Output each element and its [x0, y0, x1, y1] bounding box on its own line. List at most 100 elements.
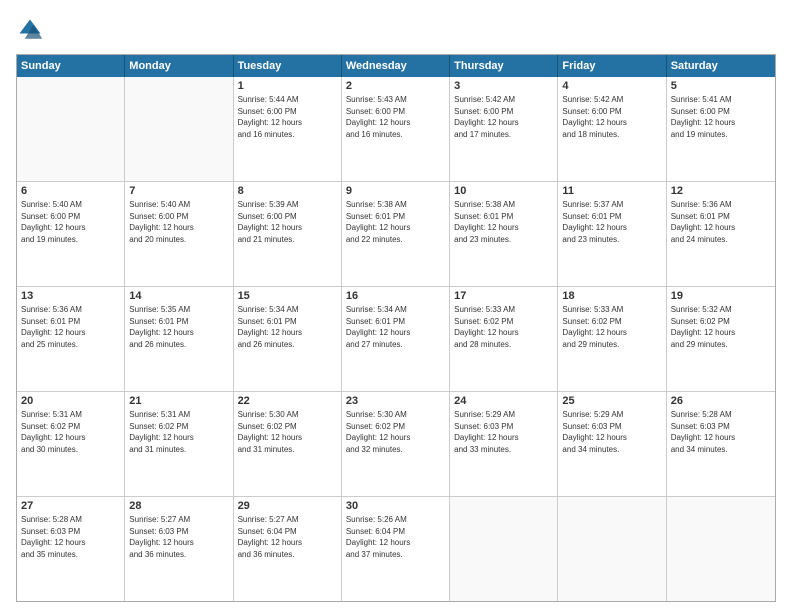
cell-daylight-info: Sunrise: 5:32 AM Sunset: 6:02 PM Dayligh… [671, 304, 771, 350]
cell-daylight-info: Sunrise: 5:31 AM Sunset: 6:02 PM Dayligh… [129, 409, 228, 455]
calendar-cell [667, 497, 775, 601]
cell-daylight-info: Sunrise: 5:29 AM Sunset: 6:03 PM Dayligh… [454, 409, 553, 455]
calendar-cell: 22 Sunrise: 5:30 AM Sunset: 6:02 PM Dayli… [234, 392, 342, 496]
cell-date-number: 30 [346, 500, 445, 512]
calendar-cell: 19 Sunrise: 5:32 AM Sunset: 6:02 PM Dayli… [667, 287, 775, 391]
cell-date-number: 15 [238, 290, 337, 302]
calendar-cell [450, 497, 558, 601]
cell-daylight-info: Sunrise: 5:34 AM Sunset: 6:01 PM Dayligh… [238, 304, 337, 350]
calendar-cell: 23 Sunrise: 5:30 AM Sunset: 6:02 PM Dayli… [342, 392, 450, 496]
calendar-cell: 15 Sunrise: 5:34 AM Sunset: 6:01 PM Dayli… [234, 287, 342, 391]
cell-date-number: 4 [562, 80, 661, 92]
calendar-cell: 27 Sunrise: 5:28 AM Sunset: 6:03 PM Dayli… [17, 497, 125, 601]
calendar-cell: 2Sunrise: 5:43 AM Sunset: 6:00 PM Daylig… [342, 77, 450, 181]
cell-date-number: 3 [454, 80, 553, 92]
calendar-row: 1 Sunrise: 5:44 AM Sunset: 6:00 PM Daylig… [17, 77, 775, 182]
calendar-cell: 1 Sunrise: 5:44 AM Sunset: 6:00 PM Daylig… [234, 77, 342, 181]
cell-date-number: 27 [21, 500, 120, 512]
calendar-cell: 21 Sunrise: 5:31 AM Sunset: 6:02 PM Dayli… [125, 392, 233, 496]
cell-daylight-info: Sunrise: 5:34 AM Sunset: 6:01 PM Dayligh… [346, 304, 445, 350]
calendar-cell: 11 Sunrise: 5:37 AM Sunset: 6:01 PM Dayli… [558, 182, 666, 286]
weekday-header: Monday [125, 55, 233, 77]
calendar-row: 27 Sunrise: 5:28 AM Sunset: 6:03 PM Dayli… [17, 497, 775, 601]
cell-daylight-info: Sunrise: 5:27 AM Sunset: 6:04 PM Dayligh… [238, 514, 337, 560]
calendar-cell: 20 Sunrise: 5:31 AM Sunset: 6:02 PM Dayli… [17, 392, 125, 496]
cell-daylight-info: Sunrise: 5:39 AM Sunset: 6:00 PM Dayligh… [238, 199, 337, 245]
calendar-cell: 13Sunrise: 5:36 AM Sunset: 6:01 PM Dayli… [17, 287, 125, 391]
cell-date-number: 8 [238, 185, 337, 197]
weekday-header: Friday [558, 55, 666, 77]
logo-icon [16, 16, 44, 44]
cell-date-number: 14 [129, 290, 228, 302]
cell-date-number: 12 [671, 185, 771, 197]
cell-date-number: 19 [671, 290, 771, 302]
cell-date-number: 7 [129, 185, 228, 197]
calendar-cell: 10 Sunrise: 5:38 AM Sunset: 6:01 PM Dayli… [450, 182, 558, 286]
cell-daylight-info: Sunrise: 5:28 AM Sunset: 6:03 PM Dayligh… [21, 514, 120, 560]
cell-daylight-info: Sunrise: 5:31 AM Sunset: 6:02 PM Dayligh… [21, 409, 120, 455]
weekday-header: Tuesday [234, 55, 342, 77]
cell-date-number: 10 [454, 185, 553, 197]
calendar-cell: 8 Sunrise: 5:39 AM Sunset: 6:00 PM Daylig… [234, 182, 342, 286]
calendar-cell [558, 497, 666, 601]
calendar-cell: 28Sunrise: 5:27 AM Sunset: 6:03 PM Dayli… [125, 497, 233, 601]
cell-daylight-info: Sunrise: 5:44 AM Sunset: 6:00 PM Dayligh… [238, 94, 337, 140]
calendar-cell [125, 77, 233, 181]
cell-daylight-info: Sunrise: 5:36 AM Sunset: 6:01 PM Dayligh… [671, 199, 771, 245]
cell-date-number: 21 [129, 395, 228, 407]
calendar-cell: 17Sunrise: 5:33 AM Sunset: 6:02 PM Dayli… [450, 287, 558, 391]
cell-date-number: 2 [346, 80, 445, 92]
cell-date-number: 5 [671, 80, 771, 92]
cell-daylight-info: Sunrise: 5:38 AM Sunset: 6:01 PM Dayligh… [454, 199, 553, 245]
cell-date-number: 6 [21, 185, 120, 197]
calendar-cell: 6 Sunrise: 5:40 AM Sunset: 6:00 PM Daylig… [17, 182, 125, 286]
cell-daylight-info: Sunrise: 5:33 AM Sunset: 6:02 PM Dayligh… [562, 304, 661, 350]
calendar-cell: 12 Sunrise: 5:36 AM Sunset: 6:01 PM Dayli… [667, 182, 775, 286]
cell-date-number: 20 [21, 395, 120, 407]
cell-date-number: 25 [562, 395, 661, 407]
cell-date-number: 16 [346, 290, 445, 302]
calendar-cell: 5Sunrise: 5:41 AM Sunset: 6:00 PM Daylig… [667, 77, 775, 181]
cell-daylight-info: Sunrise: 5:37 AM Sunset: 6:01 PM Dayligh… [562, 199, 661, 245]
weekday-header: Saturday [667, 55, 775, 77]
calendar-cell: 25Sunrise: 5:29 AM Sunset: 6:03 PM Dayli… [558, 392, 666, 496]
calendar-header: SundayMondayTuesdayWednesdayThursdayFrid… [17, 55, 775, 77]
cell-daylight-info: Sunrise: 5:30 AM Sunset: 6:02 PM Dayligh… [346, 409, 445, 455]
calendar-body: 1 Sunrise: 5:44 AM Sunset: 6:00 PM Daylig… [17, 77, 775, 601]
cell-daylight-info: Sunrise: 5:30 AM Sunset: 6:02 PM Dayligh… [238, 409, 337, 455]
calendar-cell: 29 Sunrise: 5:27 AM Sunset: 6:04 PM Dayli… [234, 497, 342, 601]
weekday-header: Sunday [17, 55, 125, 77]
cell-daylight-info: Sunrise: 5:28 AM Sunset: 6:03 PM Dayligh… [671, 409, 771, 455]
calendar-cell [17, 77, 125, 181]
cell-daylight-info: Sunrise: 5:40 AM Sunset: 6:00 PM Dayligh… [21, 199, 120, 245]
cell-date-number: 29 [238, 500, 337, 512]
calendar-cell: 18 Sunrise: 5:33 AM Sunset: 6:02 PM Dayli… [558, 287, 666, 391]
cell-date-number: 9 [346, 185, 445, 197]
cell-daylight-info: Sunrise: 5:42 AM Sunset: 6:00 PM Dayligh… [454, 94, 553, 140]
calendar-cell: 30 Sunrise: 5:26 AM Sunset: 6:04 PM Dayli… [342, 497, 450, 601]
cell-date-number: 22 [238, 395, 337, 407]
weekday-header: Thursday [450, 55, 558, 77]
calendar: SundayMondayTuesdayWednesdayThursdayFrid… [16, 54, 776, 602]
cell-date-number: 26 [671, 395, 771, 407]
calendar-cell: 3 Sunrise: 5:42 AM Sunset: 6:00 PM Daylig… [450, 77, 558, 181]
cell-date-number: 28 [129, 500, 228, 512]
calendar-row: 13Sunrise: 5:36 AM Sunset: 6:01 PM Dayli… [17, 287, 775, 392]
calendar-row: 6 Sunrise: 5:40 AM Sunset: 6:00 PM Daylig… [17, 182, 775, 287]
cell-date-number: 17 [454, 290, 553, 302]
cell-daylight-info: Sunrise: 5:36 AM Sunset: 6:01 PM Dayligh… [21, 304, 120, 350]
cell-date-number: 18 [562, 290, 661, 302]
calendar-cell: 14 Sunrise: 5:35 AM Sunset: 6:01 PM Dayli… [125, 287, 233, 391]
calendar-row: 20 Sunrise: 5:31 AM Sunset: 6:02 PM Dayli… [17, 392, 775, 497]
cell-date-number: 1 [238, 80, 337, 92]
weekday-header: Wednesday [342, 55, 450, 77]
cell-daylight-info: Sunrise: 5:35 AM Sunset: 6:01 PM Dayligh… [129, 304, 228, 350]
cell-daylight-info: Sunrise: 5:26 AM Sunset: 6:04 PM Dayligh… [346, 514, 445, 560]
calendar-cell: 4Sunrise: 5:42 AM Sunset: 6:00 PM Daylig… [558, 77, 666, 181]
calendar-cell: 7Sunrise: 5:40 AM Sunset: 6:00 PM Daylig… [125, 182, 233, 286]
calendar-cell: 26 Sunrise: 5:28 AM Sunset: 6:03 PM Dayli… [667, 392, 775, 496]
cell-date-number: 11 [562, 185, 661, 197]
calendar-cell: 9Sunrise: 5:38 AM Sunset: 6:01 PM Daylig… [342, 182, 450, 286]
calendar-cell: 24Sunrise: 5:29 AM Sunset: 6:03 PM Dayli… [450, 392, 558, 496]
cell-date-number: 23 [346, 395, 445, 407]
